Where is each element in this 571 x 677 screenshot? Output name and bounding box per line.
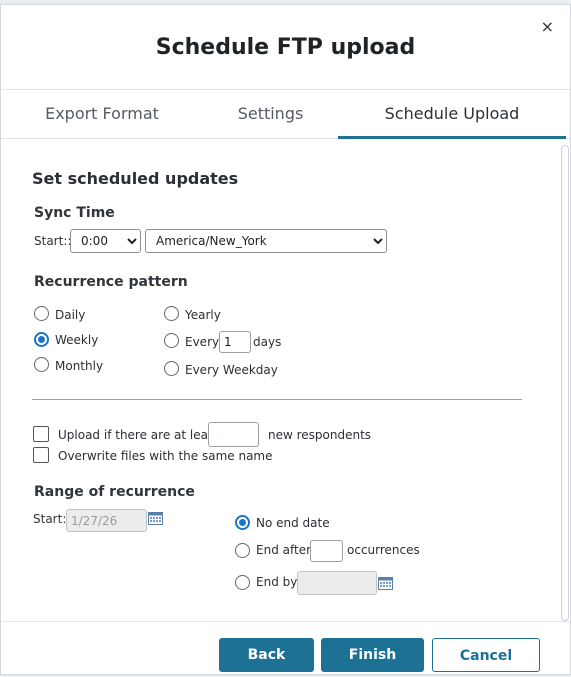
- back-button[interactable]: Back: [219, 638, 314, 672]
- start-time-select[interactable]: 0:00: [70, 229, 141, 253]
- timezone-select[interactable]: America/New_York: [145, 229, 387, 253]
- end-after-radio[interactable]: [235, 543, 250, 558]
- yearly-label: Yearly: [185, 308, 221, 322]
- section-divider: [32, 399, 522, 400]
- monthly-radio[interactable]: [34, 357, 49, 372]
- schedule-ftp-dialog: Schedule FTP upload × Export Format Sett…: [0, 4, 571, 675]
- end-after-input[interactable]: [310, 540, 343, 562]
- overwrite-label: Overwrite files with the same name: [58, 449, 273, 463]
- min-respondents-input[interactable]: [208, 422, 259, 447]
- sync-time-label: Sync Time: [34, 205, 115, 221]
- upload-if-checkbox[interactable]: [33, 426, 49, 442]
- no-end-date-radio[interactable]: [235, 515, 250, 530]
- weekly-radio[interactable]: [34, 332, 49, 347]
- dialog-footer: Back Finish Cancel: [1, 621, 570, 677]
- tab-schedule-upload[interactable]: Schedule Upload: [338, 90, 566, 139]
- new-respondents-label: new respondents: [268, 428, 372, 442]
- weekly-label: Weekly: [55, 333, 99, 347]
- every-days-input[interactable]: [219, 331, 251, 353]
- range-of-recurrence-label: Range of recurrence: [34, 484, 195, 500]
- tab-settings[interactable]: Settings: [203, 90, 338, 138]
- start-time-label: Start::: [34, 234, 72, 248]
- end-by-radio[interactable]: [235, 575, 250, 590]
- end-by-input: [297, 571, 377, 595]
- daily-radio[interactable]: [34, 306, 49, 321]
- every-weekday-radio[interactable]: [164, 361, 179, 376]
- range-start-label: Start:: [33, 512, 67, 526]
- cancel-button[interactable]: Cancel: [432, 638, 540, 672]
- every-label: Every: [185, 335, 220, 349]
- occurrences-label: occurrences: [347, 543, 420, 557]
- close-icon[interactable]: ×: [541, 19, 554, 35]
- section-heading: Set scheduled updates: [32, 169, 239, 188]
- no-end-date-label: No end date: [256, 516, 330, 530]
- end-after-label: End after: [256, 543, 312, 557]
- monthly-label: Monthly: [55, 359, 104, 373]
- recurrence-pattern-label: Recurrence pattern: [34, 274, 188, 290]
- calendar-icon[interactable]: [148, 512, 163, 525]
- daily-label: Daily: [55, 308, 86, 322]
- upload-if-label: Upload if there are at least: [58, 428, 219, 442]
- yearly-radio[interactable]: [164, 306, 179, 321]
- days-label: days: [253, 335, 282, 349]
- schedule-content: Set scheduled updates Sync Time Start:: …: [1, 139, 561, 623]
- range-start-input: [66, 509, 147, 532]
- content-scrollbar[interactable]: [561, 145, 569, 621]
- dialog-title: Schedule FTP upload: [155, 35, 416, 60]
- calendar-icon[interactable]: [378, 577, 393, 590]
- tab-bar: Export Format Settings Schedule Upload: [1, 89, 570, 139]
- overwrite-checkbox[interactable]: [33, 447, 49, 463]
- every-radio[interactable]: [164, 333, 179, 348]
- end-by-label: End by: [256, 575, 298, 589]
- every-weekday-label: Every Weekday: [185, 363, 278, 377]
- finish-button[interactable]: Finish: [321, 638, 424, 672]
- tab-export-format[interactable]: Export Format: [1, 90, 203, 138]
